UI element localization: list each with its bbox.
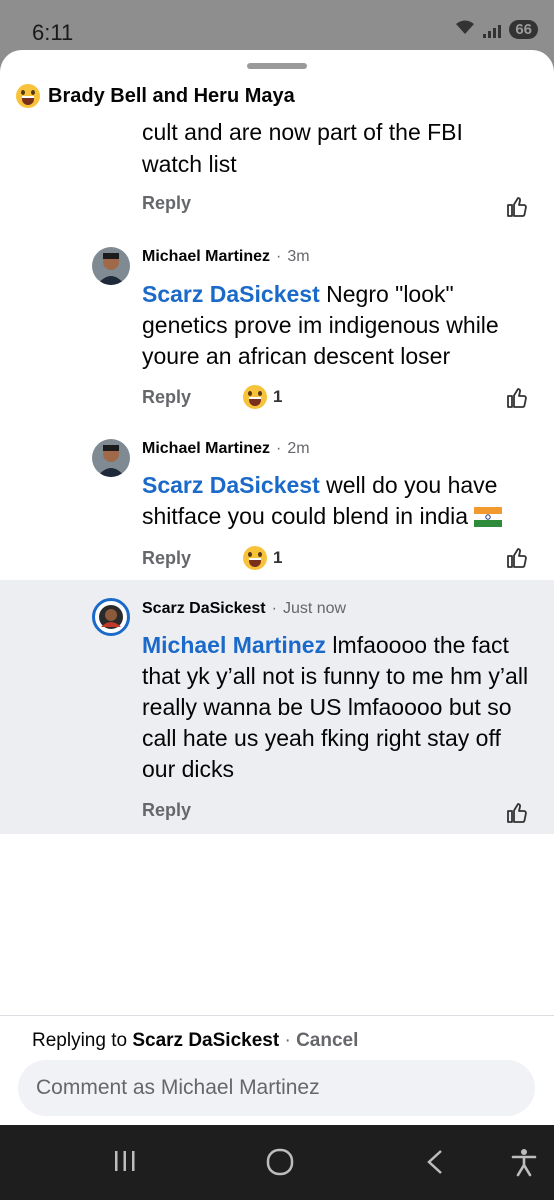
avatar[interactable] <box>92 598 130 636</box>
laughing-emoji-icon <box>243 385 268 409</box>
reply-button[interactable]: Reply <box>142 387 191 408</box>
mention-link[interactable]: Scarz DaSickest <box>142 281 320 307</box>
laughing-emoji-icon <box>243 546 268 570</box>
back-icon[interactable] <box>423 1147 447 1177</box>
comment-actions: Reply 1 <box>142 385 283 409</box>
recent-apps-icon[interactable] <box>112 1147 138 1175</box>
like-icon[interactable] <box>505 386 529 410</box>
system-icons: 66 <box>455 19 538 40</box>
india-flag-icon <box>474 507 503 527</box>
comment-body: Scarz DaSickest well do you have shitfac… <box>142 470 537 532</box>
system-navigation-bar <box>0 1125 554 1200</box>
replying-indicator: Replying to Scarz DaSickest · Cancel <box>32 1030 359 1051</box>
reply-button[interactable]: Reply <box>142 800 191 821</box>
reply-button[interactable]: Reply <box>142 548 191 569</box>
comment-header: Scarz DaSickest · Just now <box>142 600 347 618</box>
clock: 6:11 <box>32 20 74 45</box>
reply-button[interactable]: Reply <box>142 193 191 214</box>
avatar[interactable] <box>92 439 130 477</box>
replying-to-name: Scarz DaSickest <box>132 1030 280 1051</box>
top-comment-actions: Reply <box>142 193 191 214</box>
comment-author[interactable]: Scarz DaSickest <box>142 600 266 618</box>
battery-indicator: 66 <box>509 20 538 39</box>
highlighted-comment: Scarz DaSickest · Just now Michael Marti… <box>0 580 554 834</box>
wifi-icon <box>455 19 475 40</box>
comments-sheet: Brady Bell and Heru Maya cult and are no… <box>0 50 554 1125</box>
accessibility-icon[interactable] <box>510 1147 538 1177</box>
comment-author[interactable]: Michael Martinez <box>142 248 270 266</box>
comment-actions: Reply 1 <box>142 546 283 570</box>
comment-header: Michael Martinez · 2m <box>142 440 310 458</box>
comment-header: Michael Martinez · 3m <box>142 248 310 266</box>
like-icon[interactable] <box>505 546 529 570</box>
avatar[interactable] <box>92 247 130 285</box>
signal-icon <box>483 22 502 38</box>
comment-actions: Reply <box>142 800 191 821</box>
mention-link[interactable]: Scarz DaSickest <box>142 472 320 498</box>
like-icon[interactable] <box>505 195 529 219</box>
comment-body: Scarz DaSickest Negro "look" genetics pr… <box>142 281 499 369</box>
comment-time: Just now <box>282 600 347 617</box>
comment-time: 2m <box>287 440 310 457</box>
comment-author[interactable]: Michael Martinez <box>142 440 270 458</box>
cancel-reply-button[interactable]: Cancel <box>296 1030 358 1051</box>
reaction-summary[interactable]: 1 <box>243 546 283 570</box>
reactors-names: Brady Bell and Heru Maya <box>48 84 295 107</box>
reaction-summary[interactable]: 1 <box>243 385 283 409</box>
like-icon[interactable] <box>505 801 529 825</box>
laughing-emoji-icon <box>16 84 40 108</box>
comment-input[interactable] <box>18 1060 535 1116</box>
reactors-header[interactable]: Brady Bell and Heru Maya <box>16 84 305 108</box>
comment-time: 3m <box>287 248 310 265</box>
comment-body: Michael Martinez lmfaoooo the fact that … <box>142 632 529 782</box>
sheet-drag-handle[interactable] <box>247 63 307 69</box>
home-icon[interactable] <box>265 1147 295 1177</box>
mention-link[interactable]: Michael Martinez <box>142 632 326 658</box>
top-comment-text: cult and are now part of the FBI watch l… <box>142 119 463 177</box>
reply-composer: Replying to Scarz DaSickest · Cancel <box>0 1015 554 1126</box>
